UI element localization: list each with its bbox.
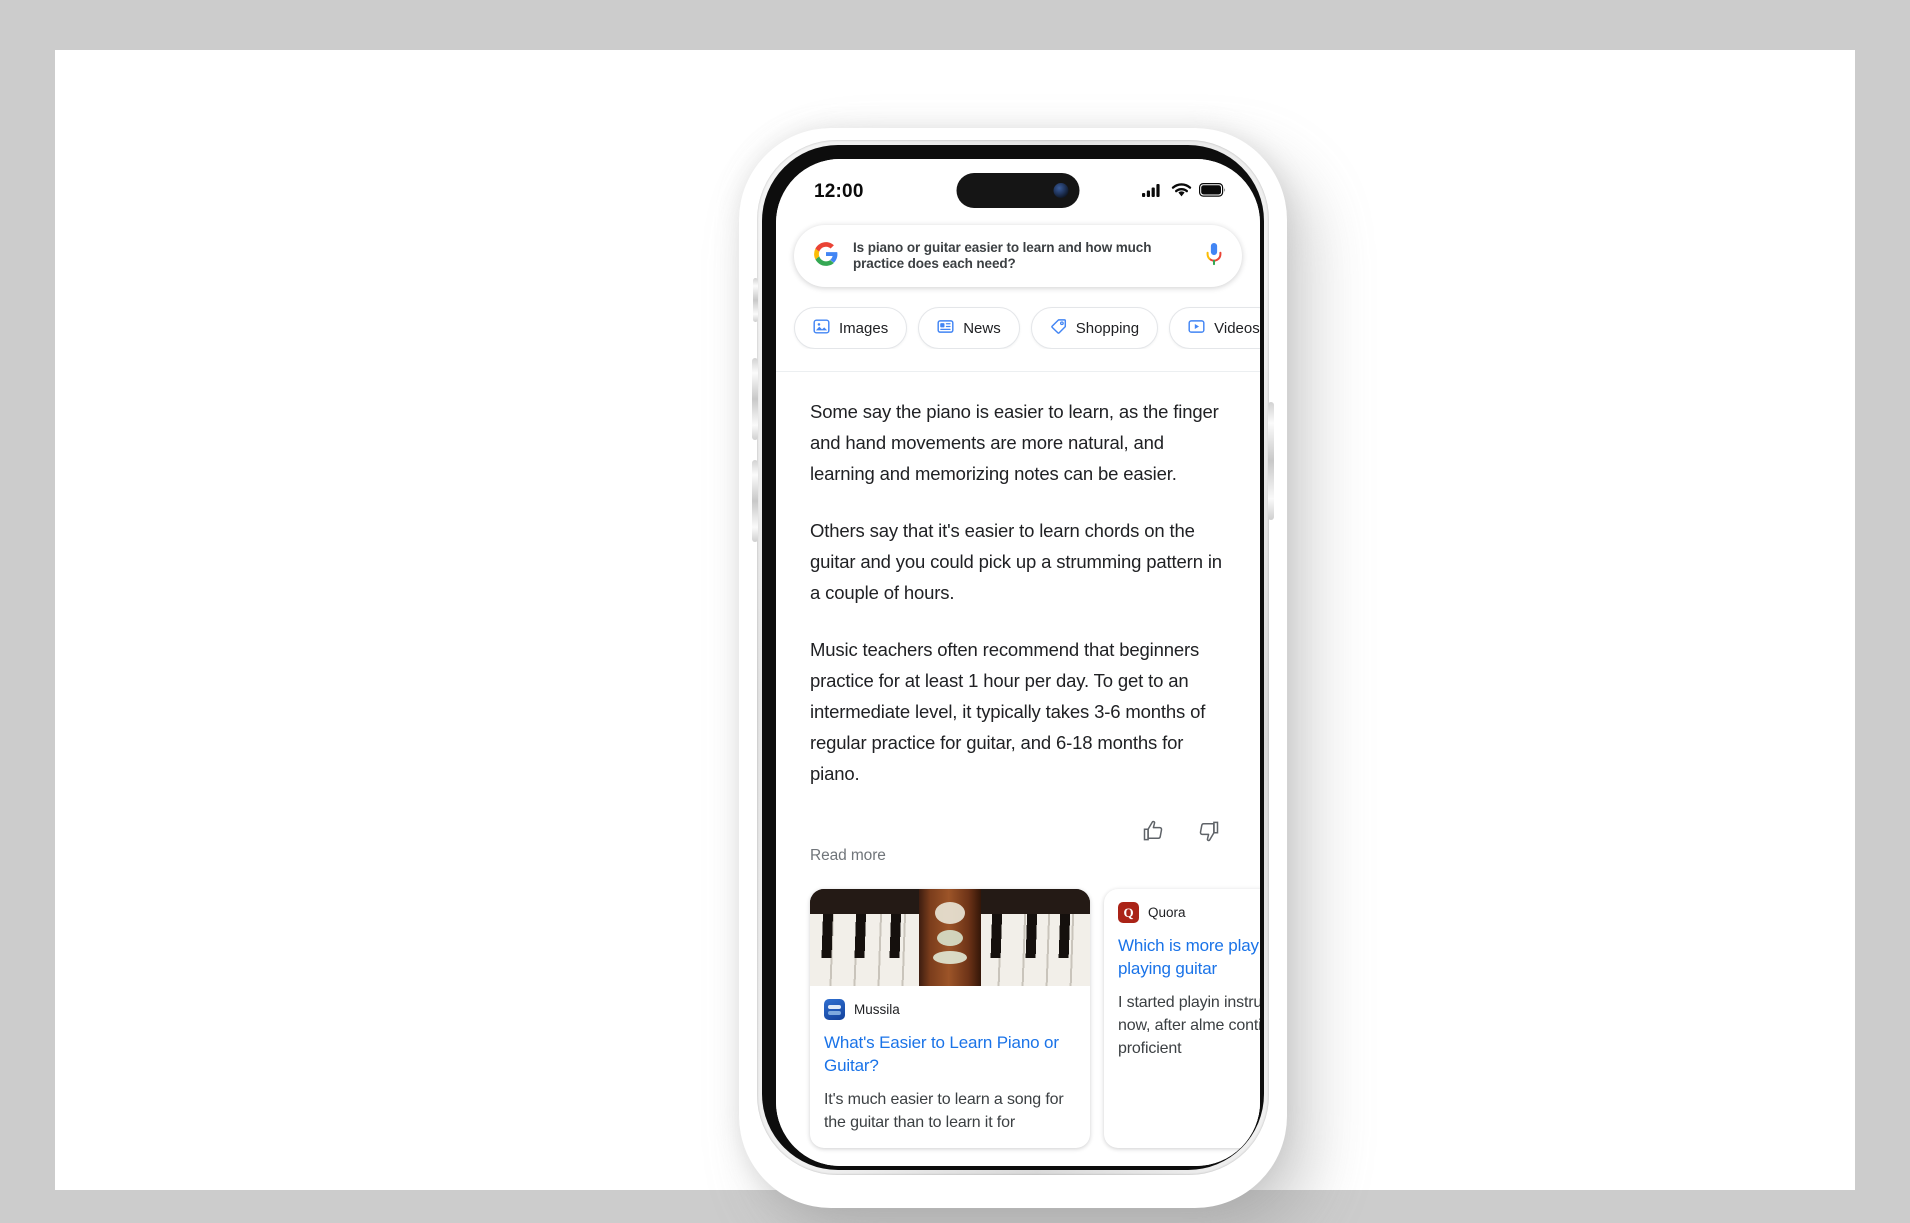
card-snippet: It's much easier to learn a song for the… [824, 1091, 1064, 1131]
power-button[interactable] [1268, 402, 1274, 520]
shopping-tag-icon [1050, 318, 1067, 339]
status-icons [1142, 182, 1226, 203]
phone-bezel: 12:00 Is piano or guitar easier to learn… [762, 145, 1264, 1170]
answer-paragraph: Music teachers often recommend that begi… [810, 639, 1206, 784]
search-bar[interactable]: Is piano or guitar easier to learn and h… [794, 225, 1242, 287]
chip-videos[interactable]: Videos [1169, 307, 1260, 349]
quora-favicon: Q [1118, 902, 1139, 923]
microphone-icon[interactable] [1203, 241, 1225, 272]
card-snippet: I started playin instruments th now, aft… [1118, 994, 1260, 1057]
mussila-favicon [824, 999, 845, 1020]
ai-overview-answer: Some say the piano is easier to learn, a… [776, 372, 1260, 789]
cellular-signal-icon [1142, 182, 1164, 203]
answer-paragraph: Others say that it's easier to learn cho… [810, 520, 1222, 603]
answer-paragraph: Some say the piano is easier to learn, a… [810, 401, 1219, 484]
chip-label: Images [839, 319, 889, 337]
status-time: 12:00 [814, 181, 864, 202]
source-cards-row[interactable]: Mussila What's Easier to Learn Piano or … [776, 865, 1260, 1148]
card-source-name: Mussila [854, 1002, 900, 1017]
card-title[interactable]: What's Easier to Learn Piano or Guitar? [824, 1031, 1076, 1077]
thumbs-down-icon[interactable] [1196, 819, 1220, 843]
volume-up-button[interactable] [752, 358, 758, 440]
news-icon [937, 318, 954, 339]
source-card-quora[interactable]: Q Quora Which is more playing piano play… [1104, 889, 1260, 1148]
chip-shopping[interactable]: Shopping [1030, 307, 1159, 349]
source-card-mussila[interactable]: Mussila What's Easier to Learn Piano or … [810, 889, 1090, 1148]
phone-outer-frame: 12:00 Is piano or guitar easier to learn… [752, 140, 1274, 1175]
dynamic-island [956, 173, 1080, 208]
read-more-link[interactable]: Read more [776, 843, 1260, 865]
card-title[interactable]: Which is more playing piano playing guit… [1118, 934, 1260, 980]
piano-keys-and-guitar-neck-photo [810, 889, 1090, 986]
filter-chip-row[interactable]: Images News Shopping Videos [776, 287, 1260, 349]
thumbs-up-icon[interactable] [1142, 819, 1166, 843]
google-g-logo [813, 241, 839, 272]
search-query-text[interactable]: Is piano or guitar easier to learn and h… [853, 240, 1189, 273]
card-source: Mussila [824, 999, 1076, 1020]
chip-images[interactable]: Images [794, 307, 908, 349]
chip-label: Shopping [1075, 319, 1140, 337]
mute-switch-button[interactable] [753, 278, 758, 322]
images-icon [813, 318, 830, 339]
chip-news[interactable]: News [918, 307, 1020, 349]
page-sheet: 12:00 Is piano or guitar easier to learn… [55, 50, 1855, 1208]
phone-screen: 12:00 Is piano or guitar easier to learn… [776, 159, 1260, 1166]
feedback-row[interactable] [776, 815, 1260, 843]
volume-down-button[interactable] [752, 460, 758, 542]
card-source-name: Quora [1148, 905, 1186, 920]
video-icon [1188, 318, 1205, 339]
card-source: Q Quora [1118, 902, 1260, 923]
wifi-icon [1171, 182, 1192, 203]
chip-label: News [963, 319, 1001, 337]
phone-mockup: 12:00 Is piano or guitar easier to learn… [739, 128, 1287, 1208]
google-app: 12:00 Is piano or guitar easier to learn… [776, 159, 1260, 1166]
battery-icon [1199, 182, 1226, 202]
chip-label: Videos [1214, 319, 1260, 337]
front-camera-lens-icon [1053, 183, 1069, 198]
